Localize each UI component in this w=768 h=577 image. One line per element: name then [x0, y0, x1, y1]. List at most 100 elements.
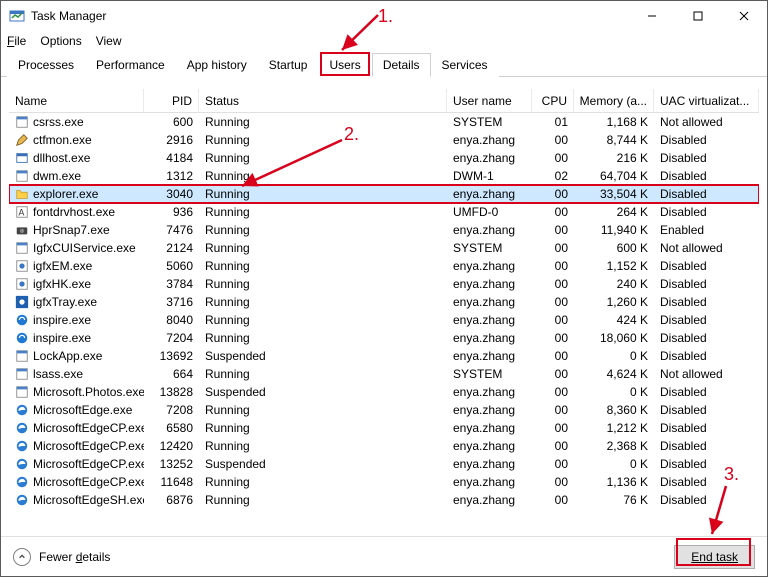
- process-memory: 0 K: [574, 347, 654, 365]
- maximize-button[interactable]: [675, 1, 721, 31]
- process-cpu: 00: [532, 419, 574, 437]
- col-uac[interactable]: UAC virtualizat...: [654, 89, 759, 112]
- process-row[interactable]: inspire.exe7204Runningenya.zhang0018,060…: [9, 329, 759, 347]
- process-row[interactable]: HprSnap7.exe7476Runningenya.zhang0011,94…: [9, 221, 759, 239]
- process-name: LockApp.exe: [33, 349, 102, 363]
- process-row[interactable]: dllhost.exe4184Runningenya.zhang00216 KD…: [9, 149, 759, 167]
- process-name: explorer.exe: [33, 187, 98, 201]
- process-uac: Disabled: [654, 311, 759, 329]
- tab-startup[interactable]: Startup: [258, 53, 319, 77]
- process-row[interactable]: Microsoft.Photos.exe13828Suspendedenya.z…: [9, 383, 759, 401]
- process-pid: 2124: [144, 239, 199, 257]
- process-pid: 13828: [144, 383, 199, 401]
- process-pid: 600: [144, 113, 199, 131]
- process-user: DWM-1: [447, 167, 532, 185]
- process-row[interactable]: igfxTray.exe3716Runningenya.zhang001,260…: [9, 293, 759, 311]
- process-icon: [15, 493, 29, 507]
- process-status: Running: [199, 329, 447, 347]
- col-name[interactable]: Name: [9, 89, 144, 112]
- tab-services[interactable]: Services: [431, 53, 499, 77]
- process-user: enya.zhang: [447, 401, 532, 419]
- process-uac: Disabled: [654, 275, 759, 293]
- process-pid: 13692: [144, 347, 199, 365]
- process-cpu: 00: [532, 437, 574, 455]
- process-pid: 6580: [144, 419, 199, 437]
- process-pid: 6876: [144, 491, 199, 509]
- process-row[interactable]: MicrosoftEdgeCP.exe6580Runningenya.zhang…: [9, 419, 759, 437]
- process-cpu: 00: [532, 383, 574, 401]
- process-pid: 13252: [144, 455, 199, 473]
- process-row[interactable]: MicrosoftEdgeCP.exe11648Runningenya.zhan…: [9, 473, 759, 491]
- process-memory: 2,368 K: [574, 437, 654, 455]
- tab-performance[interactable]: Performance: [85, 53, 176, 77]
- col-mem[interactable]: Memory (a...: [574, 89, 654, 112]
- col-pid[interactable]: PID: [144, 89, 199, 112]
- menu-options[interactable]: Options: [40, 34, 81, 48]
- process-icon: [15, 439, 29, 453]
- process-row[interactable]: MicrosoftEdgeCP.exe13252Suspendedenya.zh…: [9, 455, 759, 473]
- process-name: inspire.exe: [33, 331, 91, 345]
- tab-details[interactable]: Details: [372, 53, 431, 77]
- menu-view[interactable]: View: [96, 34, 122, 48]
- process-pid: 3784: [144, 275, 199, 293]
- process-cpu: 00: [532, 293, 574, 311]
- process-row[interactable]: inspire.exe8040Runningenya.zhang00424 KD…: [9, 311, 759, 329]
- process-row[interactable]: MicrosoftEdgeCP.exe12420Runningenya.zhan…: [9, 437, 759, 455]
- process-pid: 664: [144, 365, 199, 383]
- process-pid: 3716: [144, 293, 199, 311]
- process-row[interactable]: explorer.exe3040Runningenya.zhang0033,50…: [9, 185, 759, 203]
- process-user: enya.zhang: [447, 473, 532, 491]
- process-status: Running: [199, 311, 447, 329]
- process-uac: Disabled: [654, 185, 759, 203]
- process-row[interactable]: ctfmon.exe2916Runningenya.zhang008,744 K…: [9, 131, 759, 149]
- process-icon: [15, 313, 29, 327]
- process-user: enya.zhang: [447, 383, 532, 401]
- process-row[interactable]: lsass.exe664RunningSYSTEM004,624 KNot al…: [9, 365, 759, 383]
- fewer-details-button[interactable]: Fewer details: [13, 548, 110, 566]
- process-row[interactable]: igfxEM.exe5060Runningenya.zhang001,152 K…: [9, 257, 759, 275]
- process-icon: [15, 169, 29, 183]
- process-row[interactable]: LockApp.exe13692Suspendedenya.zhang000 K…: [9, 347, 759, 365]
- process-grid[interactable]: csrss.exe600RunningSYSTEM011,168 KNot al…: [9, 113, 759, 536]
- process-user: enya.zhang: [447, 221, 532, 239]
- process-cpu: 00: [532, 149, 574, 167]
- process-name: igfxTray.exe: [33, 295, 97, 309]
- process-name: MicrosoftEdgeCP.exe: [33, 439, 144, 453]
- process-row[interactable]: Afontdrvhost.exe936RunningUMFD-000264 KD…: [9, 203, 759, 221]
- close-button[interactable]: [721, 1, 767, 31]
- process-row[interactable]: igfxHK.exe3784Runningenya.zhang00240 KDi…: [9, 275, 759, 293]
- annotation-arrow-1: [328, 10, 388, 55]
- process-user: enya.zhang: [447, 311, 532, 329]
- col-user[interactable]: User name: [447, 89, 532, 112]
- process-row[interactable]: csrss.exe600RunningSYSTEM011,168 KNot al…: [9, 113, 759, 131]
- menu-file[interactable]: File: [7, 34, 26, 48]
- process-status: Running: [199, 221, 447, 239]
- process-row[interactable]: dwm.exe1312RunningDWM-10264,704 KDisable…: [9, 167, 759, 185]
- process-icon: [15, 403, 29, 417]
- tab-app-history[interactable]: App history: [176, 53, 258, 77]
- process-row[interactable]: MicrosoftEdgeSH.exe6876Runningenya.zhang…: [9, 491, 759, 509]
- process-memory: 0 K: [574, 455, 654, 473]
- process-memory: 11,940 K: [574, 221, 654, 239]
- process-uac: Disabled: [654, 455, 759, 473]
- process-row[interactable]: MicrosoftEdge.exe7208Runningenya.zhang00…: [9, 401, 759, 419]
- process-pid: 7204: [144, 329, 199, 347]
- process-memory: 600 K: [574, 239, 654, 257]
- process-pid: 7476: [144, 221, 199, 239]
- col-cpu[interactable]: CPU: [532, 89, 574, 112]
- process-name: igfxHK.exe: [33, 277, 91, 291]
- process-uac: Disabled: [654, 203, 759, 221]
- process-cpu: 02: [532, 167, 574, 185]
- process-memory: 8,744 K: [574, 131, 654, 149]
- process-pid: 8040: [144, 311, 199, 329]
- process-memory: 240 K: [574, 275, 654, 293]
- minimize-button[interactable]: [629, 1, 675, 31]
- process-icon: [15, 187, 29, 201]
- annotation-box-3: [676, 538, 751, 566]
- process-status: Running: [199, 203, 447, 221]
- process-status: Running: [199, 275, 447, 293]
- tab-processes[interactable]: Processes: [7, 53, 85, 77]
- bottom-bar: Fewer details End task: [1, 536, 767, 576]
- col-status[interactable]: Status: [199, 89, 447, 112]
- process-row[interactable]: IgfxCUIService.exe2124RunningSYSTEM00600…: [9, 239, 759, 257]
